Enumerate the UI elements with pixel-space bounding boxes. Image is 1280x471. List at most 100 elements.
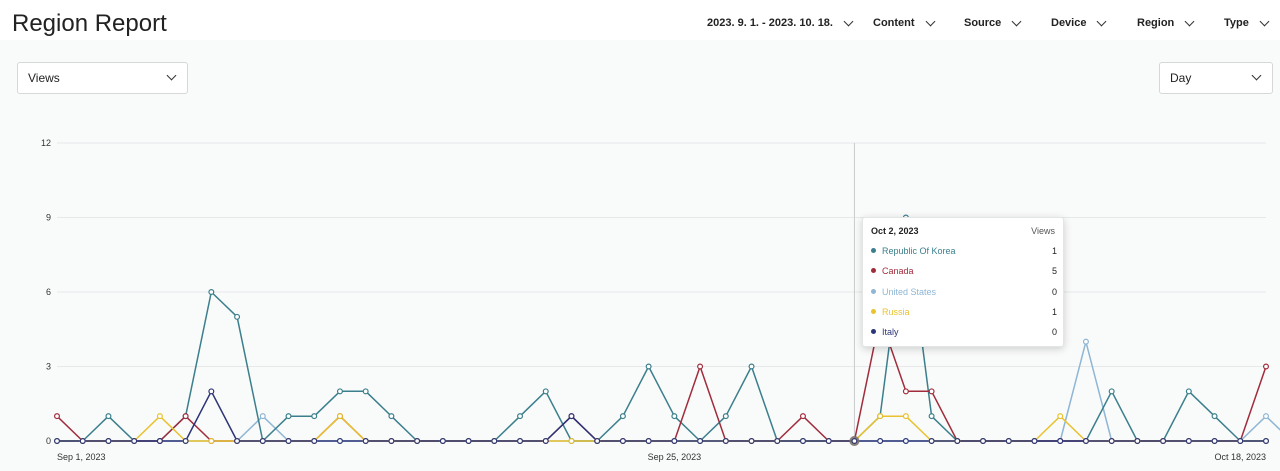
data-point: [336, 438, 343, 445]
data-point: [825, 438, 832, 445]
chevron-down-icon: [1259, 16, 1270, 26]
device-filter[interactable]: Device: [1051, 16, 1107, 29]
y-tick-label: 0: [46, 436, 51, 446]
data-point: [439, 438, 446, 445]
tooltip-row: United States 0: [871, 287, 1057, 299]
data-point: [465, 438, 472, 445]
data-point: [1211, 438, 1218, 445]
data-point: [311, 438, 318, 445]
data-point: [1031, 438, 1038, 445]
data-point: [1005, 438, 1012, 445]
data-point: [517, 413, 524, 420]
page-title: Region Report: [12, 10, 167, 37]
data-point: [1108, 388, 1115, 395]
series-line: [57, 390, 1266, 442]
date-range-filter[interactable]: 2023. 9. 1. - 2023. 10. 18.: [707, 16, 854, 29]
data-point: [311, 413, 318, 420]
data-point: [671, 413, 678, 420]
data-point: [1108, 438, 1115, 445]
tooltip-series-name: Russia: [882, 307, 910, 317]
data-point: [208, 289, 215, 296]
data-point: [568, 438, 575, 445]
data-point: [722, 413, 729, 420]
legend-dot-icon: [871, 268, 876, 273]
data-point: [902, 388, 909, 395]
data-point: [954, 438, 961, 445]
data-point: [774, 438, 781, 445]
data-point: [1185, 438, 1192, 445]
tooltip-series-name: United States: [882, 287, 937, 297]
data-point: [1237, 438, 1244, 445]
tooltip-date: Oct 2, 2023: [871, 226, 919, 236]
data-point: [594, 438, 601, 445]
tooltip-row: Republic Of Korea 1: [871, 246, 1057, 258]
source-filter[interactable]: Source: [964, 16, 1022, 29]
series-line: [57, 340, 1280, 442]
hover-tooltip: Oct 2, 2023 Views Republic Of Korea 1 Ca…: [862, 217, 1064, 347]
tooltip-row: Russia 1: [871, 307, 1057, 319]
data-point: [1134, 438, 1141, 445]
top-bar: Region Report 2023. 9. 1. - 2023. 10. 18…: [0, 0, 1280, 40]
data-point: [542, 438, 549, 445]
data-point: [748, 438, 755, 445]
tooltip-series-value: 0: [1051, 327, 1057, 337]
data-point: [697, 438, 704, 445]
views-line-chart[interactable]: 0 3 6 9 12 Sep 1, 2023 Sep 25, 2023 Oct 18, 202…: [0, 40, 1280, 471]
type-filter[interactable]: Type: [1224, 16, 1270, 29]
data-point: [697, 363, 704, 370]
tooltip-row: Italy 0: [871, 327, 1057, 339]
data-point: [1057, 413, 1064, 420]
data-point: [491, 438, 498, 445]
data-point: [336, 413, 343, 420]
chevron-down-icon: [925, 16, 935, 26]
data-point: [1262, 413, 1269, 420]
x-tick-label: Sep 25, 2023: [648, 452, 702, 462]
content-filter-label: Content: [873, 17, 915, 29]
tooltip-series-value: 1: [1051, 307, 1057, 317]
data-point: [851, 438, 858, 445]
tooltip-series-name: Italy: [882, 327, 899, 337]
data-point: [902, 438, 909, 445]
data-point: [928, 413, 935, 420]
y-tick-label: 3: [46, 362, 51, 372]
device-filter-label: Device: [1051, 17, 1087, 29]
y-tick-label: 6: [46, 287, 51, 297]
date-range-label: 2023. 9. 1. - 2023. 10. 18.: [707, 17, 833, 29]
data-point: [336, 388, 343, 395]
data-point: [414, 438, 421, 445]
data-point: [980, 438, 987, 445]
data-point: [259, 413, 266, 420]
data-point: [619, 438, 626, 445]
tooltip-series-name: Canada: [882, 266, 914, 276]
region-filter-label: Region: [1137, 17, 1175, 29]
data-point: [1185, 388, 1192, 395]
data-point: [1262, 363, 1269, 370]
chevron-down-icon: [1097, 16, 1107, 26]
data-point: [53, 413, 60, 420]
data-point: [105, 413, 112, 420]
data-point: [1057, 438, 1064, 445]
data-point: [799, 438, 806, 445]
data-point: [156, 413, 163, 420]
data-point: [182, 413, 189, 420]
data-point: [234, 438, 241, 445]
series-line: [56, 316, 1267, 442]
data-point: [131, 438, 138, 445]
legend-dot-icon: [871, 289, 876, 294]
series-line: [57, 216, 1266, 442]
legend-dot-icon: [871, 309, 876, 314]
data-point: [105, 438, 112, 445]
content-filter[interactable]: Content: [873, 16, 935, 29]
data-point: [799, 413, 806, 420]
data-point: [208, 438, 215, 445]
data-point: [182, 438, 189, 445]
region-filter[interactable]: Region: [1137, 16, 1195, 29]
legend-dot-icon: [871, 329, 876, 334]
data-point: [568, 413, 575, 420]
data-point: [645, 438, 652, 445]
data-point: [1211, 413, 1218, 420]
data-point: [542, 388, 549, 395]
data-point: [1082, 338, 1089, 345]
data-point: [259, 438, 266, 445]
data-point: [53, 438, 60, 445]
